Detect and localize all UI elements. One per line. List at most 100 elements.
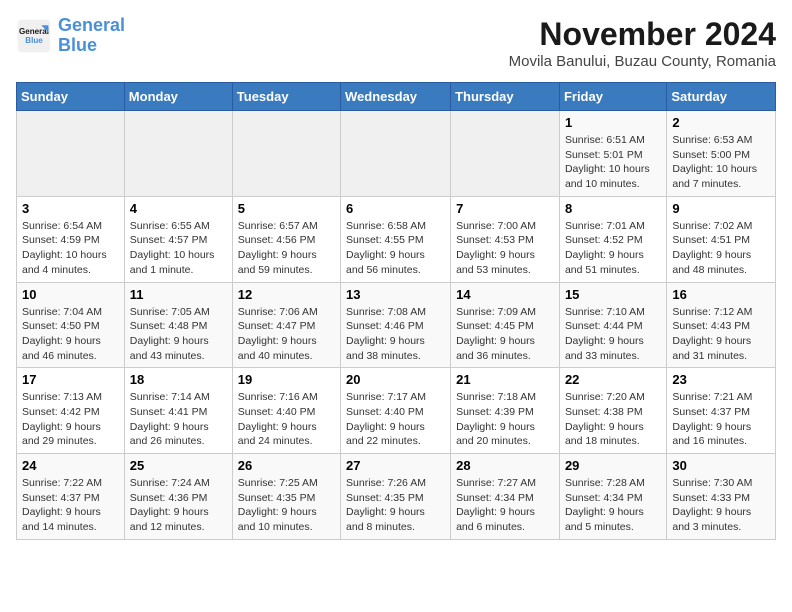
day-info: Sunrise: 7:26 AM Sunset: 4:35 PM Dayligh…: [346, 476, 445, 535]
day-cell: 6Sunrise: 6:58 AM Sunset: 4:55 PM Daylig…: [341, 196, 451, 282]
week-row-1: 1 Sunrise: 6:51 AM Sunset: 5:01 PM Daylig…: [17, 111, 776, 197]
logo-text: GeneralBlue: [58, 16, 125, 56]
day-info: Sunrise: 7:04 AM Sunset: 4:50 PM Dayligh…: [22, 305, 119, 364]
day-number: 25: [130, 458, 227, 473]
day-cell: 24 Sunrise: 7:22 AM Sunset: 4:37 PM Dayli…: [17, 454, 125, 540]
day-number: 30: [672, 458, 770, 473]
day-number: 12: [238, 287, 335, 302]
day-cell: 17Sunrise: 7:13 AM Sunset: 4:42 PM Dayli…: [17, 368, 125, 454]
day-number: 24: [22, 458, 119, 473]
day-info: Sunrise: 7:21 AM Sunset: 4:37 PM Dayligh…: [672, 390, 770, 449]
logo-icon: General Blue: [16, 18, 52, 54]
svg-text:Blue: Blue: [25, 36, 43, 45]
day-cell: 25 Sunrise: 7:24 AM Sunset: 4:36 PM Dayli…: [124, 454, 232, 540]
day-cell: [17, 111, 125, 197]
day-number: 18: [130, 372, 227, 387]
day-cell: 2Sunrise: 6:53 AM Sunset: 5:00 PM Daylig…: [667, 111, 776, 197]
day-info: Sunrise: 7:30 AM Sunset: 4:33 PM Dayligh…: [672, 476, 770, 535]
day-info: Sunrise: 7:18 AM Sunset: 4:39 PM Dayligh…: [456, 390, 554, 449]
day-number: 3: [22, 201, 119, 216]
day-info: Sunrise: 7:12 AM Sunset: 4:43 PM Dayligh…: [672, 305, 770, 364]
day-cell: 4 Sunrise: 6:55 AM Sunset: 4:57 PM Daylig…: [124, 196, 232, 282]
day-number: 8: [565, 201, 661, 216]
day-number: 5: [238, 201, 335, 216]
day-cell: 3 Sunrise: 6:54 AM Sunset: 4:59 PM Daylig…: [17, 196, 125, 282]
day-info: Sunrise: 7:01 AM Sunset: 4:52 PM Dayligh…: [565, 219, 661, 278]
header-cell-tuesday: Tuesday: [232, 83, 340, 111]
week-row-4: 17Sunrise: 7:13 AM Sunset: 4:42 PM Dayli…: [17, 368, 776, 454]
day-info: Sunrise: 7:02 AM Sunset: 4:51 PM Dayligh…: [672, 219, 770, 278]
week-row-3: 10 Sunrise: 7:04 AM Sunset: 4:50 PM Dayli…: [17, 282, 776, 368]
day-info: Sunrise: 6:51 AM Sunset: 5:01 PM Dayligh…: [565, 133, 661, 192]
day-info: Sunrise: 7:14 AM Sunset: 4:41 PM Dayligh…: [130, 390, 227, 449]
day-cell: 13 Sunrise: 7:08 AM Sunset: 4:46 PM Dayli…: [341, 282, 451, 368]
day-cell: 5Sunrise: 6:57 AM Sunset: 4:56 PM Daylig…: [232, 196, 340, 282]
day-info: Sunrise: 7:05 AM Sunset: 4:48 PM Dayligh…: [130, 305, 227, 364]
day-cell: 1 Sunrise: 6:51 AM Sunset: 5:01 PM Daylig…: [559, 111, 666, 197]
day-info: Sunrise: 7:27 AM Sunset: 4:34 PM Dayligh…: [456, 476, 554, 535]
day-number: 1: [565, 115, 661, 130]
day-info: Sunrise: 7:22 AM Sunset: 4:37 PM Dayligh…: [22, 476, 119, 535]
day-info: Sunrise: 6:55 AM Sunset: 4:57 PM Dayligh…: [130, 219, 227, 278]
header-cell-sunday: Sunday: [17, 83, 125, 111]
day-cell: 7Sunrise: 7:00 AM Sunset: 4:53 PM Daylig…: [451, 196, 560, 282]
day-cell: [451, 111, 560, 197]
day-number: 10: [22, 287, 119, 302]
day-info: Sunrise: 6:54 AM Sunset: 4:59 PM Dayligh…: [22, 219, 119, 278]
day-number: 14: [456, 287, 554, 302]
day-number: 16: [672, 287, 770, 302]
day-cell: 20Sunrise: 7:17 AM Sunset: 4:40 PM Dayli…: [341, 368, 451, 454]
day-number: 13: [346, 287, 445, 302]
day-info: Sunrise: 7:08 AM Sunset: 4:46 PM Dayligh…: [346, 305, 445, 364]
day-info: Sunrise: 7:17 AM Sunset: 4:40 PM Dayligh…: [346, 390, 445, 449]
day-number: 17: [22, 372, 119, 387]
day-cell: 28 Sunrise: 7:27 AM Sunset: 4:34 PM Dayli…: [451, 454, 560, 540]
day-info: Sunrise: 7:28 AM Sunset: 4:34 PM Dayligh…: [565, 476, 661, 535]
day-cell: 30 Sunrise: 7:30 AM Sunset: 4:33 PM Dayli…: [667, 454, 776, 540]
day-cell: 10 Sunrise: 7:04 AM Sunset: 4:50 PM Dayli…: [17, 282, 125, 368]
day-info: Sunrise: 7:00 AM Sunset: 4:53 PM Dayligh…: [456, 219, 554, 278]
day-info: Sunrise: 6:58 AM Sunset: 4:55 PM Dayligh…: [346, 219, 445, 278]
day-cell: 18 Sunrise: 7:14 AM Sunset: 4:41 PM Dayli…: [124, 368, 232, 454]
day-number: 29: [565, 458, 661, 473]
day-cell: [232, 111, 340, 197]
day-cell: 9 Sunrise: 7:02 AM Sunset: 4:51 PM Daylig…: [667, 196, 776, 282]
day-cell: 26 Sunrise: 7:25 AM Sunset: 4:35 PM Dayli…: [232, 454, 340, 540]
day-cell: 27 Sunrise: 7:26 AM Sunset: 4:35 PM Dayli…: [341, 454, 451, 540]
day-info: Sunrise: 7:06 AM Sunset: 4:47 PM Dayligh…: [238, 305, 335, 364]
day-number: 26: [238, 458, 335, 473]
day-cell: 11Sunrise: 7:05 AM Sunset: 4:48 PM Dayli…: [124, 282, 232, 368]
day-number: 28: [456, 458, 554, 473]
day-cell: 16 Sunrise: 7:12 AM Sunset: 4:43 PM Dayli…: [667, 282, 776, 368]
day-cell: [124, 111, 232, 197]
title-area: November 2024 Movila Banului, Buzau Coun…: [509, 16, 776, 70]
header-cell-saturday: Saturday: [667, 83, 776, 111]
svg-text:General: General: [19, 27, 49, 36]
day-cell: 23Sunrise: 7:21 AM Sunset: 4:37 PM Dayli…: [667, 368, 776, 454]
day-number: 27: [346, 458, 445, 473]
day-cell: 19 Sunrise: 7:16 AM Sunset: 4:40 PM Dayli…: [232, 368, 340, 454]
week-row-2: 3 Sunrise: 6:54 AM Sunset: 4:59 PM Daylig…: [17, 196, 776, 282]
day-cell: 29 Sunrise: 7:28 AM Sunset: 4:34 PM Dayli…: [559, 454, 666, 540]
calendar-table: SundayMondayTuesdayWednesdayThursdayFrid…: [16, 82, 776, 540]
header-cell-friday: Friday: [559, 83, 666, 111]
header: General Blue GeneralBlue November 2024 M…: [16, 16, 776, 70]
day-info: Sunrise: 7:25 AM Sunset: 4:35 PM Dayligh…: [238, 476, 335, 535]
day-cell: 12 Sunrise: 7:06 AM Sunset: 4:47 PM Dayli…: [232, 282, 340, 368]
day-info: Sunrise: 7:24 AM Sunset: 4:36 PM Dayligh…: [130, 476, 227, 535]
header-row: SundayMondayTuesdayWednesdayThursdayFrid…: [17, 83, 776, 111]
day-number: 2: [672, 115, 770, 130]
header-cell-thursday: Thursday: [451, 83, 560, 111]
day-cell: 8 Sunrise: 7:01 AM Sunset: 4:52 PM Daylig…: [559, 196, 666, 282]
day-info: Sunrise: 7:16 AM Sunset: 4:40 PM Dayligh…: [238, 390, 335, 449]
day-number: 19: [238, 372, 335, 387]
day-number: 9: [672, 201, 770, 216]
day-number: 15: [565, 287, 661, 302]
day-number: 4: [130, 201, 227, 216]
day-info: Sunrise: 7:10 AM Sunset: 4:44 PM Dayligh…: [565, 305, 661, 364]
header-cell-monday: Monday: [124, 83, 232, 111]
week-row-5: 24 Sunrise: 7:22 AM Sunset: 4:37 PM Dayli…: [17, 454, 776, 540]
day-cell: 22Sunrise: 7:20 AM Sunset: 4:38 PM Dayli…: [559, 368, 666, 454]
day-cell: [341, 111, 451, 197]
day-cell: 14Sunrise: 7:09 AM Sunset: 4:45 PM Dayli…: [451, 282, 560, 368]
